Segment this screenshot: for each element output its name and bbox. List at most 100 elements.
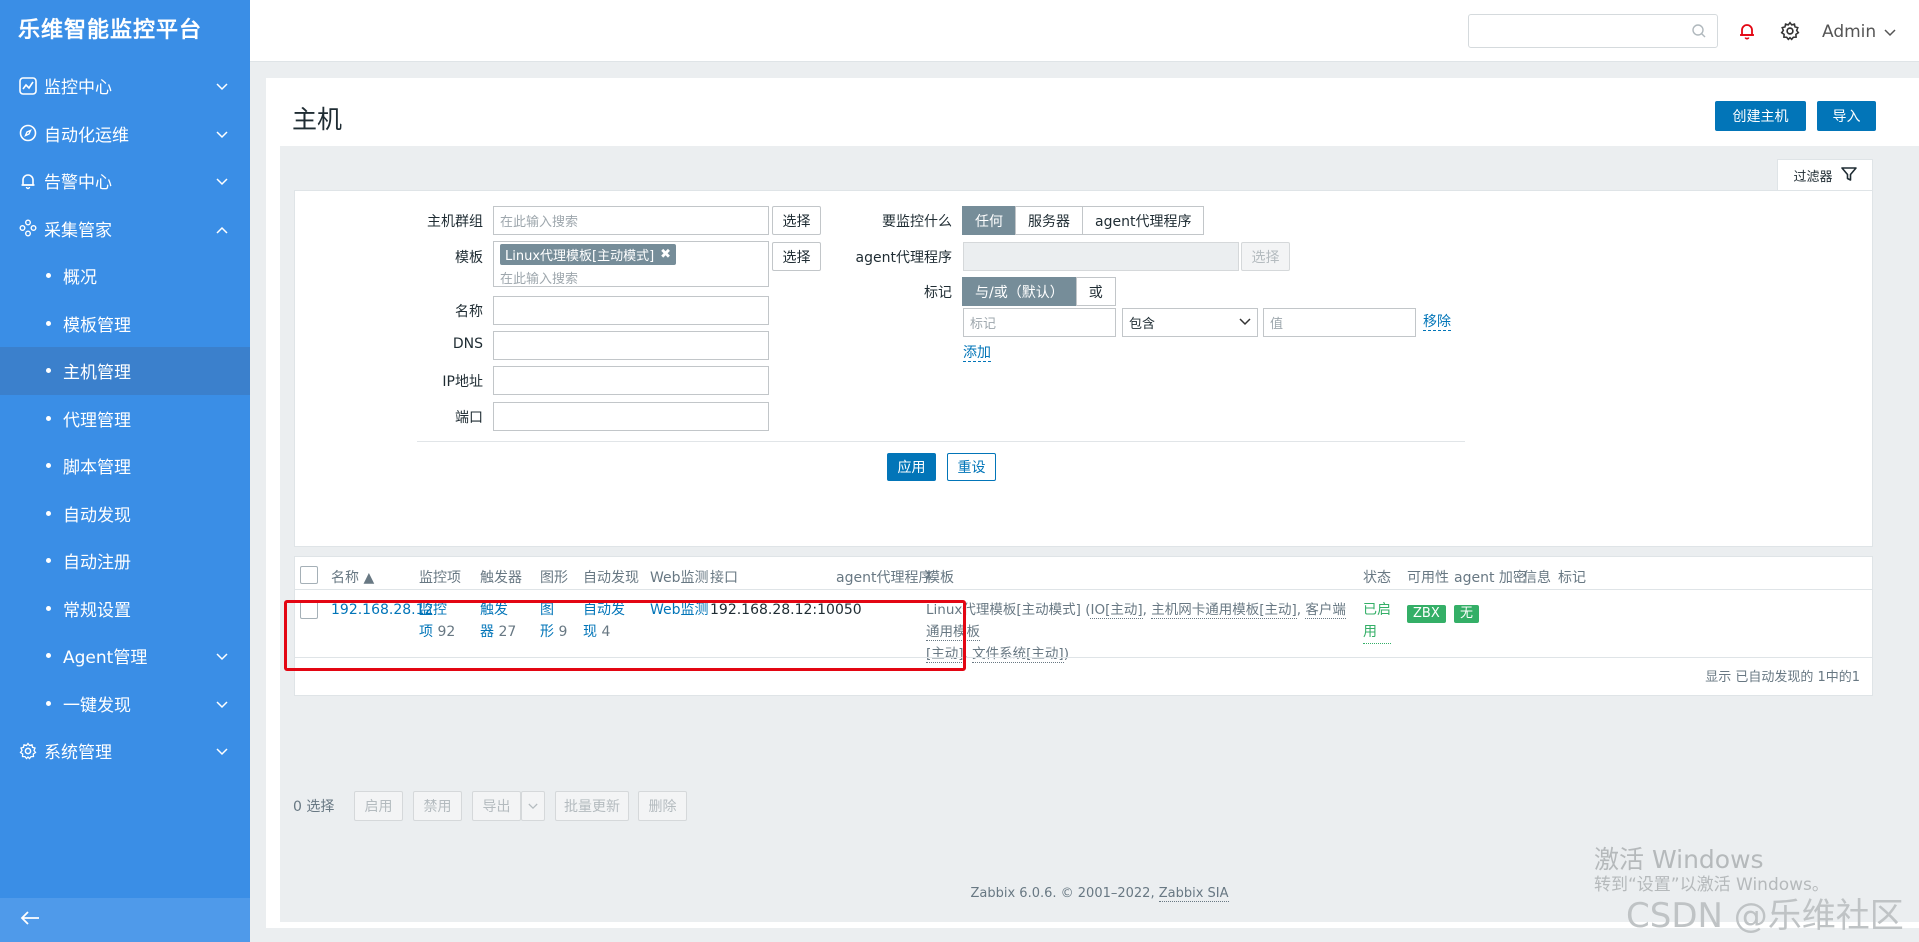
csdn-watermark: CSDN @乐维社区 — [1626, 896, 1904, 936]
column-header-interface: 接口 — [710, 570, 738, 586]
export-dropdown-button[interactable] — [521, 791, 545, 821]
bullet-icon — [46, 653, 51, 659]
tag-add-link[interactable]: 添加 — [963, 345, 991, 362]
template-select-button[interactable]: 选择 — [772, 242, 821, 271]
sidebar-collapse-button[interactable] — [0, 898, 250, 942]
column-header-triggers: 触发器 — [480, 570, 522, 586]
monitored-any-option[interactable]: 任何 — [962, 206, 1016, 235]
footer-company-link[interactable]: Zabbix SIA — [1158, 886, 1229, 902]
sidebar-item-alerts[interactable]: 告警中心 — [0, 157, 250, 205]
settings-gear-icon[interactable] — [1780, 21, 1800, 45]
content-area: 过滤器 主机群组 在此输入搜索 选择 模板 Linux代理模板[主动模式] ✖ 在… — [280, 146, 1919, 922]
filter-tab[interactable]: 过滤器 — [1777, 159, 1873, 191]
bullet-icon — [46, 605, 51, 611]
proxy-label: agent代理程序 — [855, 250, 952, 266]
tag-operator-value: 包含 — [1129, 317, 1156, 332]
sidebar-item-monitoring[interactable]: 监控中心 — [0, 62, 250, 110]
bullet-icon — [46, 558, 51, 564]
column-header-name[interactable]: 名称 ▲ — [331, 567, 374, 587]
bullet-icon — [46, 320, 51, 326]
encryption-badge: 无 — [1454, 602, 1480, 624]
availability-badge[interactable]: ZBX — [1407, 602, 1446, 624]
filter-tab-label: 过滤器 — [1793, 170, 1833, 185]
sidebar-item-proxies[interactable]: 代理管理 — [0, 395, 250, 443]
bullet-icon — [46, 510, 51, 516]
chevron-down-icon — [216, 171, 228, 191]
sidebar-item-label: 模板管理 — [63, 315, 131, 336]
sidebar-item-quick-discovery[interactable]: 一键发现 — [0, 680, 250, 728]
port-input[interactable] — [493, 402, 769, 431]
tag-value-input[interactable]: 值 — [1263, 308, 1416, 337]
import-button[interactable]: 导入 — [1817, 101, 1876, 131]
nodes-icon — [18, 218, 38, 238]
hostgroup-input[interactable]: 在此输入搜索 — [493, 206, 769, 235]
sidebar-item-label: 自动注册 — [63, 553, 131, 574]
column-header-status[interactable]: 状态 — [1363, 567, 1391, 587]
mass-update-button[interactable]: 批量更新 — [555, 791, 629, 821]
tag-remove-link[interactable]: 移除 — [1423, 314, 1451, 331]
bullet-icon — [46, 273, 51, 279]
zbx-status-badge: ZBX — [1407, 605, 1446, 623]
tags-and-or-option[interactable]: 与/或（默认） — [962, 277, 1077, 306]
filter-reset-button[interactable]: 重设 — [947, 453, 996, 481]
column-header-availability: 可用性 — [1407, 570, 1449, 586]
chevron-down-icon — [216, 741, 228, 761]
filter-apply-button[interactable]: 应用 — [887, 453, 936, 481]
chevron-down-icon — [216, 694, 228, 714]
hostgroup-select-button[interactable]: 选择 — [772, 206, 821, 235]
column-header-discovery: 自动发现 — [583, 570, 639, 586]
close-icon[interactable]: ✖ — [660, 247, 671, 262]
search-icon — [1691, 23, 1707, 43]
bullet-icon — [46, 463, 51, 469]
monitored-proxy-option[interactable]: agent代理程序 — [1082, 206, 1205, 235]
template-link-io[interactable]: IO[主动] — [1090, 602, 1143, 619]
template-multiselect[interactable]: Linux代理模板[主动模式] ✖ 在此输入搜索 — [493, 241, 769, 287]
enable-button[interactable]: 启用 — [354, 791, 403, 821]
sidebar-item-label: 采集管家 — [44, 220, 112, 241]
sidebar-item-discovery[interactable]: 自动发现 — [0, 490, 250, 538]
sidebar-item-label: 主机管理 — [63, 363, 131, 384]
sidebar-item-general-settings[interactable]: 常规设置 — [0, 585, 250, 633]
proxy-select-button[interactable]: 选择 — [1241, 242, 1290, 271]
sidebar-item-label: 脚本管理 — [63, 458, 131, 479]
sidebar-item-agent-management[interactable]: Agent管理 — [0, 632, 250, 680]
create-host-button[interactable]: 创建主机 — [1715, 101, 1806, 131]
hostgroup-label: 主机群组 — [427, 214, 483, 230]
dns-input[interactable] — [493, 331, 769, 360]
delete-button[interactable]: 删除 — [638, 791, 687, 821]
encryption-none-badge: 无 — [1454, 605, 1480, 623]
sidebar-item-templates[interactable]: 模板管理 — [0, 300, 250, 348]
host-templates: Linux代理模板[主动模式] (IO[主动], 主机网卡通用模板[主动], 客… — [926, 599, 1356, 665]
sidebar-item-collection[interactable]: 采集管家 — [0, 205, 250, 253]
notification-bell-icon[interactable] — [1738, 21, 1756, 45]
export-button[interactable]: 导出 — [472, 791, 521, 821]
ip-input[interactable] — [493, 366, 769, 395]
status-toggle[interactable]: 已启用 — [1363, 599, 1391, 644]
highlight-box — [284, 600, 966, 671]
template-link-nic[interactable]: 主机网卡通用模板[主动] — [1151, 602, 1297, 619]
sidebar-item-system[interactable]: 系统管理 — [0, 727, 250, 775]
select-all-checkbox[interactable] — [300, 566, 318, 584]
sidebar-item-label: 自动发现 — [63, 505, 131, 526]
bell-icon — [18, 171, 38, 191]
name-input[interactable] — [493, 296, 769, 325]
sidebar-item-hosts[interactable]: 主机管理 — [0, 347, 250, 395]
sidebar-item-autoregistration[interactable]: 自动注册 — [0, 537, 250, 585]
tag-name-input[interactable]: 标记 — [963, 308, 1116, 337]
tag-operator-select[interactable]: 包含 — [1122, 308, 1258, 337]
global-search-input[interactable] — [1468, 14, 1718, 48]
disable-button[interactable]: 禁用 — [413, 791, 462, 821]
sidebar-item-automation[interactable]: 自动化运维 — [0, 110, 250, 158]
monitored-server-option[interactable]: 服务器 — [1015, 206, 1083, 235]
sidebar-item-scripts[interactable]: 脚本管理 — [0, 442, 250, 490]
sidebar: 乐维智能监控平台 监控中心 自动化运维 告警中心 采集管家 概况 模板管理 主机… — [0, 0, 250, 942]
filter-panel: 主机群组 在此输入搜索 选择 模板 Linux代理模板[主动模式] ✖ 在此输入搜… — [294, 190, 1873, 547]
status-text: 已启 — [1363, 602, 1391, 618]
template-link-fs[interactable]: 文件系统[主动] — [972, 646, 1064, 663]
column-header-items: 监控项 — [419, 570, 461, 586]
sidebar-item-overview[interactable]: 概况 — [0, 252, 250, 300]
user-menu[interactable]: Admin — [1822, 22, 1896, 42]
tags-or-option[interactable]: 或 — [1075, 277, 1116, 306]
proxy-input[interactable] — [963, 242, 1239, 271]
monitored-by-toggle: 任何 服务器 agent代理程序 — [962, 206, 1205, 235]
